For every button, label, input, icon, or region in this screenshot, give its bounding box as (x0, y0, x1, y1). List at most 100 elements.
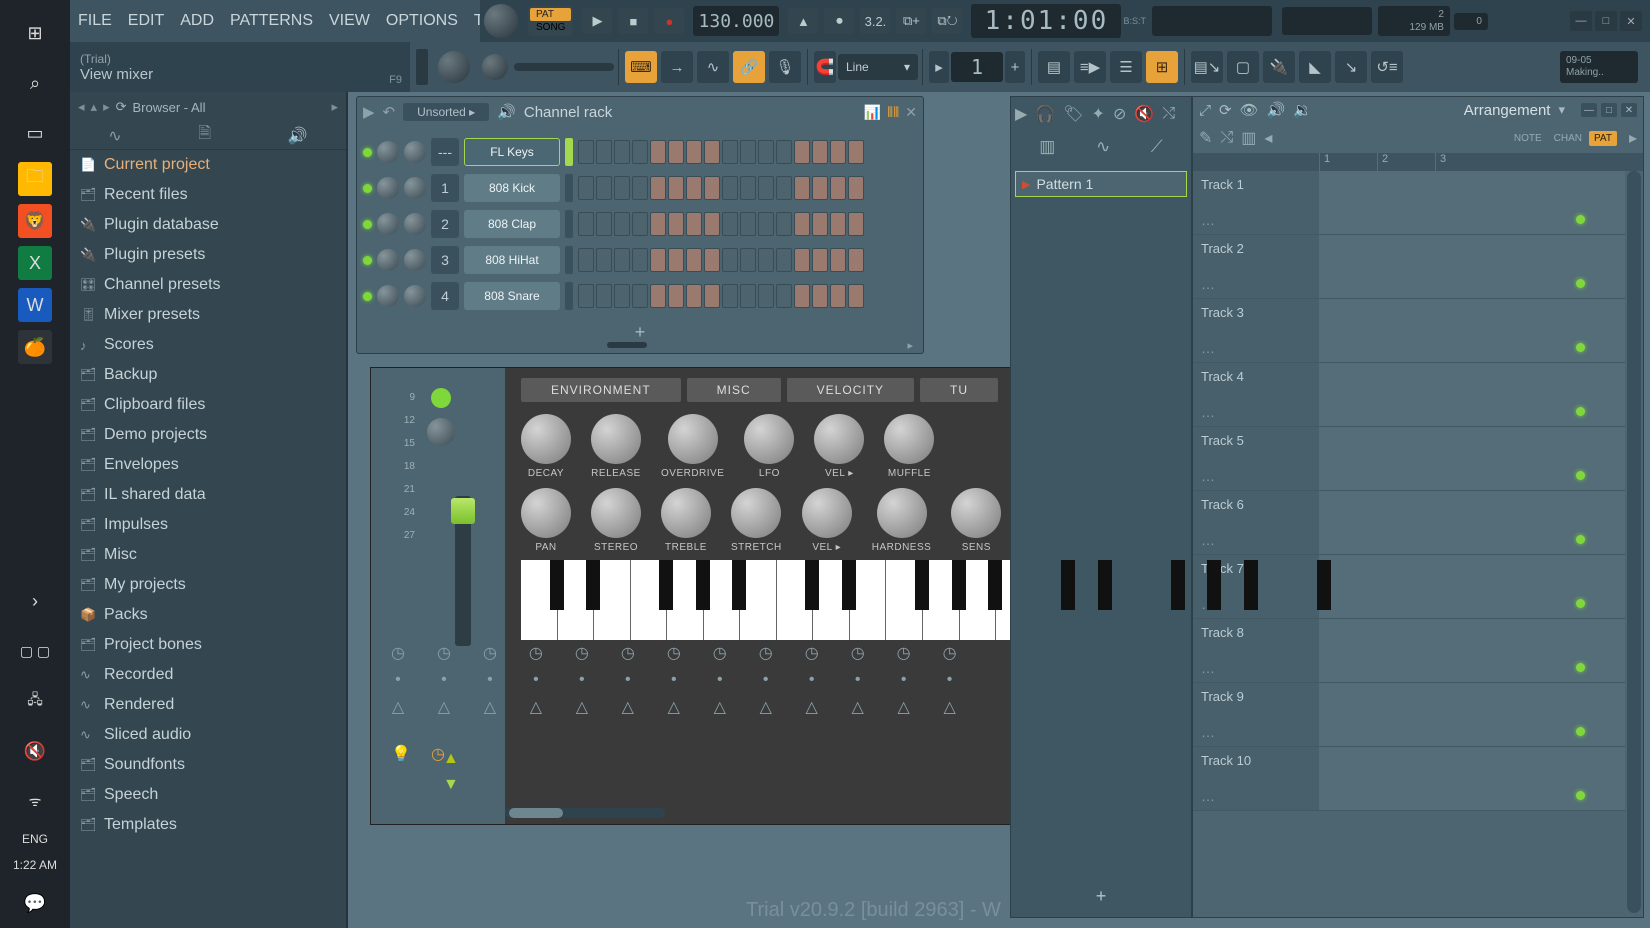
record-button[interactable]: ● (654, 8, 684, 34)
bar-number[interactable]: 3 (1435, 153, 1493, 171)
picker-panel[interactable]: ▶ 🎧 🏷 ✦ ⊘ 🔇 ⤭ ▥ ∿ ⟋ ▶ Pattern 1 + (1010, 96, 1192, 918)
tempo-tapper-button[interactable]: ◣ (1299, 51, 1331, 83)
plugin-knob[interactable]: TREBLE (661, 488, 711, 553)
link-button[interactable]: 🔗 (733, 51, 765, 83)
browser-item[interactable]: 📦Packs (70, 600, 346, 630)
step-button[interactable] (758, 212, 774, 236)
pl-speaker2-icon[interactable]: 🔉 (1293, 101, 1312, 119)
browser-back-icon[interactable]: ◂ (78, 99, 85, 115)
visualizer[interactable] (1152, 6, 1272, 36)
piano-black-key[interactable] (1244, 560, 1258, 610)
windows-taskview-icon[interactable]: ▭ (12, 112, 58, 154)
step-button[interactable] (776, 284, 792, 308)
pl-close-button[interactable]: ✕ (1621, 103, 1637, 117)
plugin-knob[interactable]: STEREO (591, 488, 641, 553)
track-led[interactable] (1576, 215, 1585, 224)
track-lane[interactable] (1319, 171, 1625, 234)
mixer-slot[interactable]: ◷•△ (483, 643, 497, 717)
plugin-knob[interactable]: SENS (951, 488, 1001, 553)
step-button[interactable] (704, 248, 720, 272)
bar-number[interactable]: 2 (1377, 153, 1435, 171)
step-button[interactable] (848, 140, 864, 164)
track-lane[interactable] (1319, 491, 1625, 554)
browser-tab-wave-icon[interactable]: ∿ (108, 126, 121, 146)
channel-select[interactable] (565, 246, 573, 274)
track-lane[interactable] (1319, 683, 1625, 746)
channel-vol-knob[interactable] (404, 177, 426, 199)
step-button[interactable] (686, 140, 702, 164)
mixer-slot[interactable]: ◷•△ (713, 643, 727, 717)
browser-item[interactable]: 🗂Clipboard files (70, 390, 346, 420)
mixer-slot[interactable]: ◷•△ (621, 643, 635, 717)
step-button[interactable] (614, 284, 630, 308)
browser-item[interactable]: 🗂Soundfonts (70, 750, 346, 780)
browser-item[interactable]: 📄Current project (70, 150, 346, 180)
channel-vol-knob[interactable] (404, 285, 426, 307)
master-pitch-knob[interactable] (438, 51, 470, 83)
channel-mixer-route[interactable]: --- (431, 138, 459, 166)
picker-mode-auto-icon[interactable]: ⟋ (1151, 137, 1163, 157)
channel-select[interactable] (565, 210, 573, 238)
browser-refresh-icon[interactable]: ⟳ (116, 99, 127, 115)
menu-file[interactable]: FILE (70, 12, 120, 30)
step-button[interactable] (596, 284, 612, 308)
channel-vol-knob[interactable] (404, 213, 426, 235)
channel-pan-knob[interactable] (377, 285, 399, 307)
channel-led[interactable] (431, 388, 451, 408)
picker-tag-icon[interactable]: 🏷 (1063, 104, 1083, 124)
channel-mixer-route[interactable]: 2 (431, 210, 459, 238)
browser-item[interactable]: 🗂IL shared data (70, 480, 346, 510)
browser-item[interactable]: ∿Sliced audio (70, 720, 346, 750)
mixer-slot[interactable]: ◷•△ (805, 643, 819, 717)
pl-tab-pat[interactable]: PAT (1589, 131, 1617, 146)
channel-volume-fader[interactable] (455, 496, 471, 646)
step-button[interactable] (776, 248, 792, 272)
pattern-add-button[interactable]: + (1005, 51, 1025, 83)
menu-patterns[interactable]: PATTERNS (222, 12, 321, 30)
picker-shuffle-icon[interactable]: ⤭ (1162, 105, 1175, 123)
undo-history-button[interactable]: ↺≡ (1371, 51, 1403, 83)
rack-scroll-right-icon[interactable]: ▸ (907, 339, 913, 352)
step-button[interactable] (668, 140, 684, 164)
channel-pan-knob[interactable] (377, 213, 399, 235)
track-menu-icon[interactable]: … (1201, 724, 1311, 740)
piano-black-key[interactable] (805, 560, 819, 610)
mixer-slot[interactable]: ◷•△ (437, 643, 451, 717)
menu-edit[interactable]: EDIT (120, 12, 172, 30)
step-button[interactable] (812, 248, 828, 272)
piano-white-key[interactable] (777, 560, 814, 640)
step-button[interactable] (650, 176, 666, 200)
plugin-knob[interactable]: HARDNESS (872, 488, 932, 553)
playlist-track[interactable]: Track 9… (1193, 683, 1625, 747)
step-button[interactable] (830, 176, 846, 200)
mixer-slot[interactable]: ◷•△ (575, 643, 589, 717)
channel-pan-knob[interactable] (377, 249, 399, 271)
browser-item[interactable]: ∿Recorded (70, 660, 346, 690)
step-button[interactable] (812, 140, 828, 164)
track-header[interactable]: Track 8… (1193, 619, 1319, 682)
browser-item[interactable]: ∿Rendered (70, 690, 346, 720)
piano-black-key[interactable] (842, 560, 856, 610)
master-volume-slider[interactable] (514, 63, 614, 71)
browser-item[interactable]: 🗂Envelopes (70, 450, 346, 480)
track-header[interactable]: Track 4… (1193, 363, 1319, 426)
play-button[interactable]: ▶ (582, 8, 612, 34)
step-button[interactable] (614, 212, 630, 236)
piano-white-key[interactable] (521, 560, 558, 640)
taskbar-volume-icon[interactable]: 🔇 (12, 730, 58, 772)
plugin-knob[interactable]: MUFFLE (884, 414, 934, 479)
channel-mute-led[interactable] (363, 148, 372, 157)
wait-input-button[interactable]: ⏺ (824, 8, 854, 34)
view-playlist-button[interactable]: ▤ (1038, 51, 1070, 83)
menu-view[interactable]: VIEW (321, 12, 378, 30)
picker-headphones-icon[interactable]: 🎧 (1035, 104, 1055, 124)
channel-mixer-route[interactable]: 4 (431, 282, 459, 310)
step-button[interactable] (578, 176, 594, 200)
step-button[interactable] (632, 176, 648, 200)
playlist-track[interactable]: Track 8… (1193, 619, 1625, 683)
browser-item[interactable]: 🔌Plugin database (70, 210, 346, 240)
step-button[interactable] (722, 140, 738, 164)
track-header[interactable]: Track 5… (1193, 427, 1319, 490)
pl-max-button[interactable]: □ (1601, 103, 1617, 117)
plugin-knob[interactable]: LFO (744, 414, 794, 479)
